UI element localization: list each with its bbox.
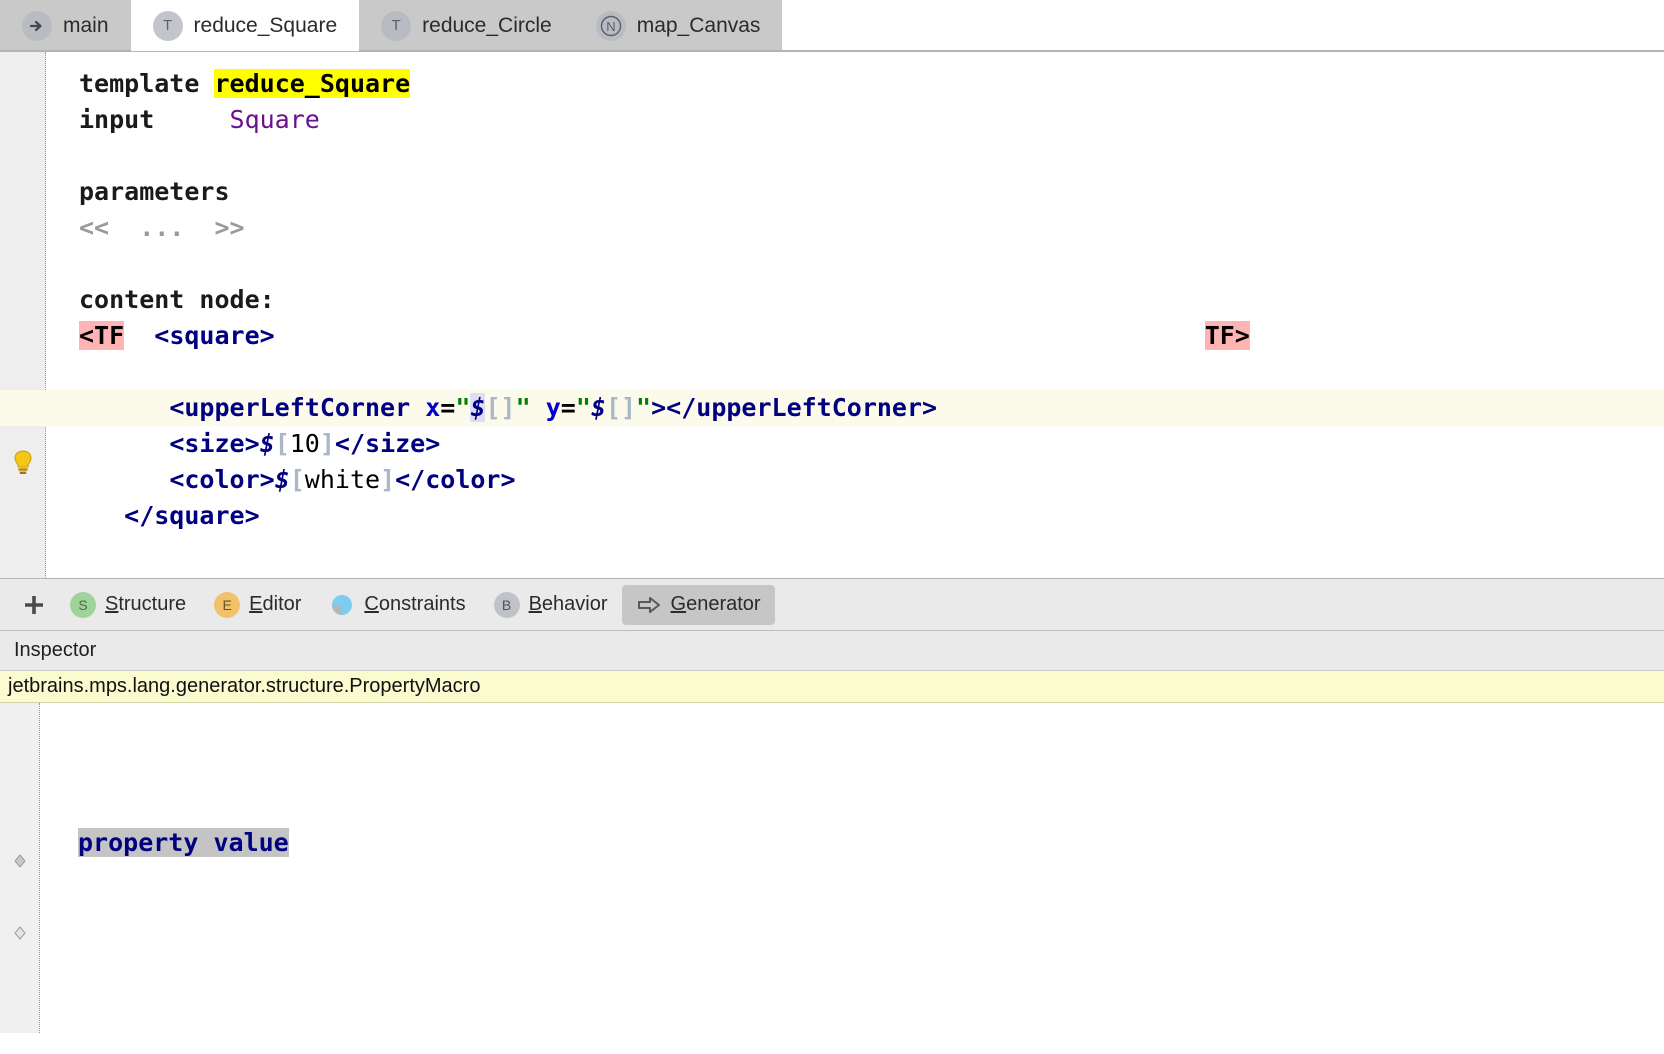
upperleftcorner-open-tag[interactable]: <upperLeftCorner	[169, 393, 410, 422]
attr-x[interactable]: x	[425, 393, 440, 422]
tab-reduce-square[interactable]: T reduce_Square	[131, 0, 360, 51]
lightbulb-icon[interactable]	[12, 450, 34, 476]
code-line-input[interactable]: input Square	[46, 102, 1664, 138]
code-line-template[interactable]: template reduce_Square	[46, 66, 1664, 102]
property-macro-size[interactable]: $	[260, 429, 275, 458]
structure-icon: S	[70, 592, 96, 618]
inspector-code[interactable]: property value comment : <none> value : …	[40, 703, 1664, 1033]
tab-bar-empty-space	[782, 0, 1664, 51]
parameters-placeholder[interactable]: << ... >>	[79, 213, 245, 242]
code-line-blank-3	[46, 354, 1664, 390]
aspect-label-structure: Structure	[105, 593, 186, 616]
aspect-label-editor: Editor	[249, 593, 301, 616]
tab-label: reduce_Square	[194, 14, 338, 38]
template-fragment-open-marker[interactable]: <TF	[79, 321, 124, 350]
inspector-line-blank-1	[78, 969, 1664, 1005]
fold-handle-lower[interactable]	[13, 925, 27, 939]
upperleftcorner-close-tag[interactable]: ></upperLeftCorner>	[651, 393, 937, 422]
aspect-tab-bar: S Structure E Editor Constraints B Behav…	[0, 579, 1664, 631]
inspector-concept-bar: jetbrains.mps.lang.generator.structure.P…	[0, 671, 1664, 703]
square-open-tag[interactable]: <square>	[154, 321, 274, 350]
property-macro-color[interactable]: $	[275, 465, 290, 494]
editor-tab-bar: main T reduce_Square T reduce_Circle N m…	[0, 0, 1664, 52]
size-literal[interactable]: 10	[290, 429, 320, 458]
code-line-upper-left-corner[interactable]: <upperLeftCorner x="$[]" y="$[]"></upper…	[0, 390, 1664, 426]
code-line-square-open[interactable]: <TF <square> TF>	[46, 318, 1664, 354]
tab-main[interactable]: main	[0, 0, 131, 51]
tab-constraints[interactable]: Constraints	[315, 585, 479, 625]
color-literal[interactable]: white	[305, 465, 380, 494]
keyword-content-node: content node:	[79, 285, 275, 314]
inspector-line-heading[interactable]: property value	[78, 825, 1664, 861]
size-macro-brackets[interactable]: [[10]	[275, 429, 290, 458]
aspect-label-constraints: Constraints	[364, 593, 465, 616]
inspector-title-bar: Inspector	[0, 631, 1664, 671]
constraints-icon	[329, 592, 355, 618]
color-open-tag[interactable]: <color>	[169, 465, 274, 494]
color-close-tag[interactable]: </color>	[395, 465, 515, 494]
template-name[interactable]: reduce_Square	[214, 69, 410, 98]
property-macro-x[interactable]: $	[470, 393, 485, 422]
inspector-body[interactable]: property value comment : <none> value : …	[0, 703, 1664, 1033]
size-close-tag[interactable]: </size>	[335, 429, 440, 458]
svg-text:N: N	[606, 19, 615, 34]
add-aspect-button[interactable]	[12, 583, 56, 627]
mapping-icon: N	[596, 11, 626, 41]
property-macro-y[interactable]: $	[591, 393, 606, 422]
code-line-color[interactable]: <color>$[white]</color>	[46, 462, 1664, 498]
code-line-blank-1	[46, 138, 1664, 174]
size-open-tag[interactable]: <size>	[169, 429, 259, 458]
input-concept[interactable]: Square	[230, 105, 320, 134]
aspect-label-behavior: Behavior	[529, 593, 608, 616]
code-line-blank-2	[46, 246, 1664, 282]
macro-brackets-x[interactable]: []	[485, 393, 515, 422]
tab-label: map_Canvas	[637, 14, 761, 38]
editor-icon: E	[214, 592, 240, 618]
tab-map-canvas[interactable]: N map_Canvas	[574, 0, 783, 51]
fold-handle-upper[interactable]	[13, 853, 27, 867]
tab-label: reduce_Circle	[422, 14, 552, 38]
template-fragment-close-marker[interactable]: TF>	[1205, 321, 1250, 350]
inspector-concept-fqn: jetbrains.mps.lang.generator.structure.P…	[8, 675, 480, 698]
code-line-size[interactable]: <size>$[[10]10]</size>	[46, 426, 1664, 462]
tab-behavior[interactable]: B Behavior	[480, 585, 622, 625]
aspect-label-generator: Generator	[671, 593, 761, 616]
keyword-parameters: parameters	[79, 177, 230, 206]
tab-generator[interactable]: Generator	[622, 585, 775, 625]
keyword-input: input	[79, 105, 154, 134]
code-line-content-node[interactable]: content node:	[46, 282, 1664, 318]
keyword-template: template	[79, 69, 199, 98]
inspector-title: Inspector	[14, 639, 96, 662]
generator-icon	[636, 592, 662, 618]
editor-code[interactable]: template reduce_Square input Square para…	[46, 52, 1664, 578]
tab-reduce-circle[interactable]: T reduce_Circle	[359, 0, 574, 51]
code-line-parameters[interactable]: parameters	[46, 174, 1664, 210]
inspector-heading[interactable]: property value	[78, 828, 289, 857]
code-line-square-close[interactable]: </square>	[46, 498, 1664, 534]
behavior-icon: B	[494, 592, 520, 618]
square-close-tag[interactable]: </square>	[124, 501, 259, 530]
editor-gutter	[0, 52, 46, 578]
arrow-right-icon	[22, 11, 52, 41]
tab-editor[interactable]: E Editor	[200, 585, 315, 625]
code-line-parameters-value[interactable]: << ... >>	[46, 210, 1664, 246]
template-icon: T	[153, 11, 183, 41]
attr-y[interactable]: y	[546, 393, 561, 422]
template-editor[interactable]: template reduce_Square input Square para…	[0, 52, 1664, 579]
tab-label: main	[63, 14, 109, 38]
template-icon: T	[381, 11, 411, 41]
mps-generator-window: main T reduce_Square T reduce_Circle N m…	[0, 0, 1664, 1054]
macro-brackets-y[interactable]: []	[606, 393, 636, 422]
tab-structure[interactable]: S Structure	[56, 585, 200, 625]
